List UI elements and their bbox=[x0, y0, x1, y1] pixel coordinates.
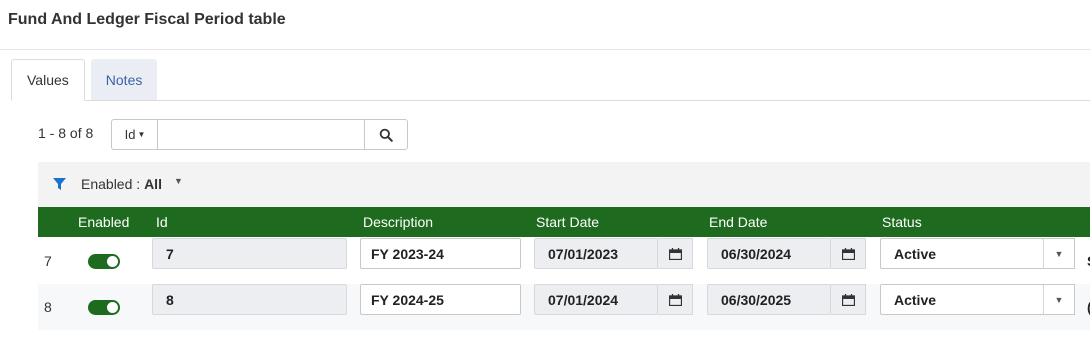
row-number: 7 bbox=[44, 253, 52, 269]
filter-label: Enabled : bbox=[81, 176, 141, 192]
header-divider bbox=[0, 49, 1090, 50]
search-field-dropdown[interactable]: Id ▼ bbox=[111, 119, 158, 150]
description-input[interactable]: FY 2024-25 bbox=[360, 284, 521, 315]
calendar-icon bbox=[668, 293, 682, 306]
filter-enabled[interactable]: Enabled : All bbox=[81, 176, 162, 192]
search-button[interactable] bbox=[364, 119, 408, 150]
enabled-toggle[interactable] bbox=[88, 254, 120, 269]
status-select[interactable]: Active bbox=[880, 238, 1044, 269]
caret-down-icon: ▼ bbox=[137, 130, 146, 139]
id-field: 8 bbox=[152, 284, 347, 315]
tab-bar: Values Notes bbox=[11, 59, 158, 101]
id-field: 7 bbox=[152, 238, 347, 269]
tab-notes[interactable]: Notes bbox=[90, 59, 158, 101]
magnifier-icon bbox=[379, 128, 393, 142]
table-header: Enabled Id Description Start Date End Da… bbox=[38, 207, 1090, 237]
filter-caret-icon[interactable]: ▼ bbox=[174, 176, 183, 186]
calendar-icon bbox=[841, 293, 855, 306]
funnel-icon bbox=[53, 178, 66, 190]
filter-bar: Enabled : All ▼ bbox=[38, 162, 1090, 207]
enabled-toggle[interactable] bbox=[88, 300, 120, 315]
start-date-field: 07/01/2023 bbox=[534, 238, 658, 269]
column-header-id[interactable]: Id bbox=[156, 214, 168, 230]
end-date-field: 06/30/2025 bbox=[707, 284, 831, 315]
table-row: 8 8 FY 2024-25 07/01/2024 06/30/2025 Act… bbox=[38, 284, 1090, 330]
description-input[interactable]: FY 2023-24 bbox=[360, 238, 521, 269]
filter-value: All bbox=[144, 176, 162, 192]
column-header-start-date[interactable]: Start Date bbox=[536, 214, 599, 230]
table-row: 7 7 FY 2023-24 07/01/2023 06/30/2024 Act… bbox=[38, 238, 1090, 284]
row-number: 8 bbox=[44, 299, 52, 315]
search-field-label: Id bbox=[124, 127, 136, 142]
page-title: Fund And Ledger Fiscal Period table bbox=[8, 11, 286, 28]
pagination-count: 1 - 8 of 8 bbox=[38, 125, 94, 141]
status-select[interactable]: Active bbox=[880, 284, 1044, 315]
status-caret-icon[interactable]: ▼ bbox=[1043, 238, 1075, 269]
status-caret-icon[interactable]: ▼ bbox=[1043, 284, 1075, 315]
column-header-description[interactable]: Description bbox=[363, 214, 433, 230]
start-date-field: 07/01/2024 bbox=[534, 284, 658, 315]
start-date-calendar-button[interactable] bbox=[658, 238, 693, 269]
end-date-field: 06/30/2024 bbox=[707, 238, 831, 269]
search-input[interactable] bbox=[157, 119, 365, 150]
column-header-status[interactable]: Status bbox=[882, 214, 922, 230]
column-header-end-date[interactable]: End Date bbox=[709, 214, 767, 230]
end-date-calendar-button[interactable] bbox=[831, 284, 866, 315]
end-date-calendar-button[interactable] bbox=[831, 238, 866, 269]
calendar-icon bbox=[668, 247, 682, 260]
tab-values[interactable]: Values bbox=[11, 59, 85, 101]
tabs-divider bbox=[11, 100, 1090, 101]
calendar-icon bbox=[841, 247, 855, 260]
start-date-calendar-button[interactable] bbox=[658, 284, 693, 315]
column-header-enabled[interactable]: Enabled bbox=[78, 214, 129, 230]
